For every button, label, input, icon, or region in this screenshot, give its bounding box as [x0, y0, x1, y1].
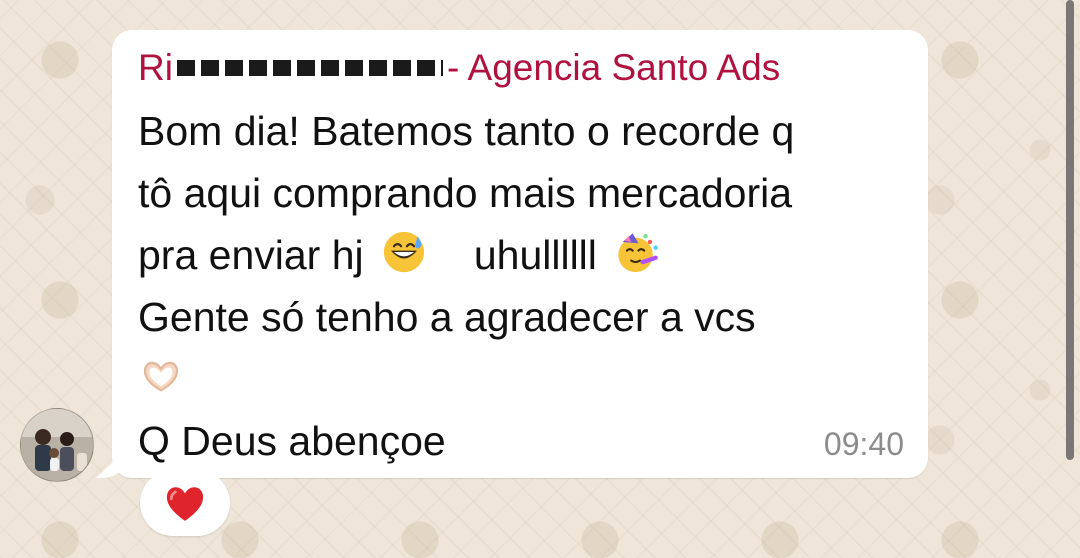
scrollbar[interactable] — [1066, 0, 1074, 460]
message-line: Q Deus abençoe — [138, 418, 446, 464]
message-line — [138, 348, 908, 410]
message-line-text: pra enviar hj — [138, 232, 364, 278]
sender-name-suffix: - Agencia Santo Ads — [446, 47, 781, 88]
grinning-sweat-emoji — [383, 231, 425, 273]
message-line: Gente só tenho a agradecer a vcs — [138, 294, 756, 340]
message-line-text: uhullllll — [473, 232, 597, 278]
avatar[interactable] — [20, 408, 94, 482]
redaction-mask — [176, 54, 443, 82]
sender-name-prefix: Ri — [138, 47, 173, 88]
avatar-photo-icon — [21, 409, 93, 481]
message-line: pra enviar hj uhullllll — [138, 224, 908, 286]
partying-face-emoji — [618, 233, 659, 273]
message-timestamp: 09:40 — [823, 426, 904, 462]
message-line: tô aqui comprando mais mercadoria — [138, 170, 793, 216]
red-heart-emoji — [166, 487, 204, 521]
message-text: Bom dia! Batemos tanto o recorde q tô aq… — [138, 100, 908, 472]
message-line: Bom dia! Batemos tanto o recorde q — [138, 108, 795, 154]
heart-hands-emoji — [143, 361, 179, 392]
reaction-pill[interactable] — [140, 470, 230, 536]
sender-name[interactable]: Ri - Agencia Santo Ads — [138, 44, 780, 92]
